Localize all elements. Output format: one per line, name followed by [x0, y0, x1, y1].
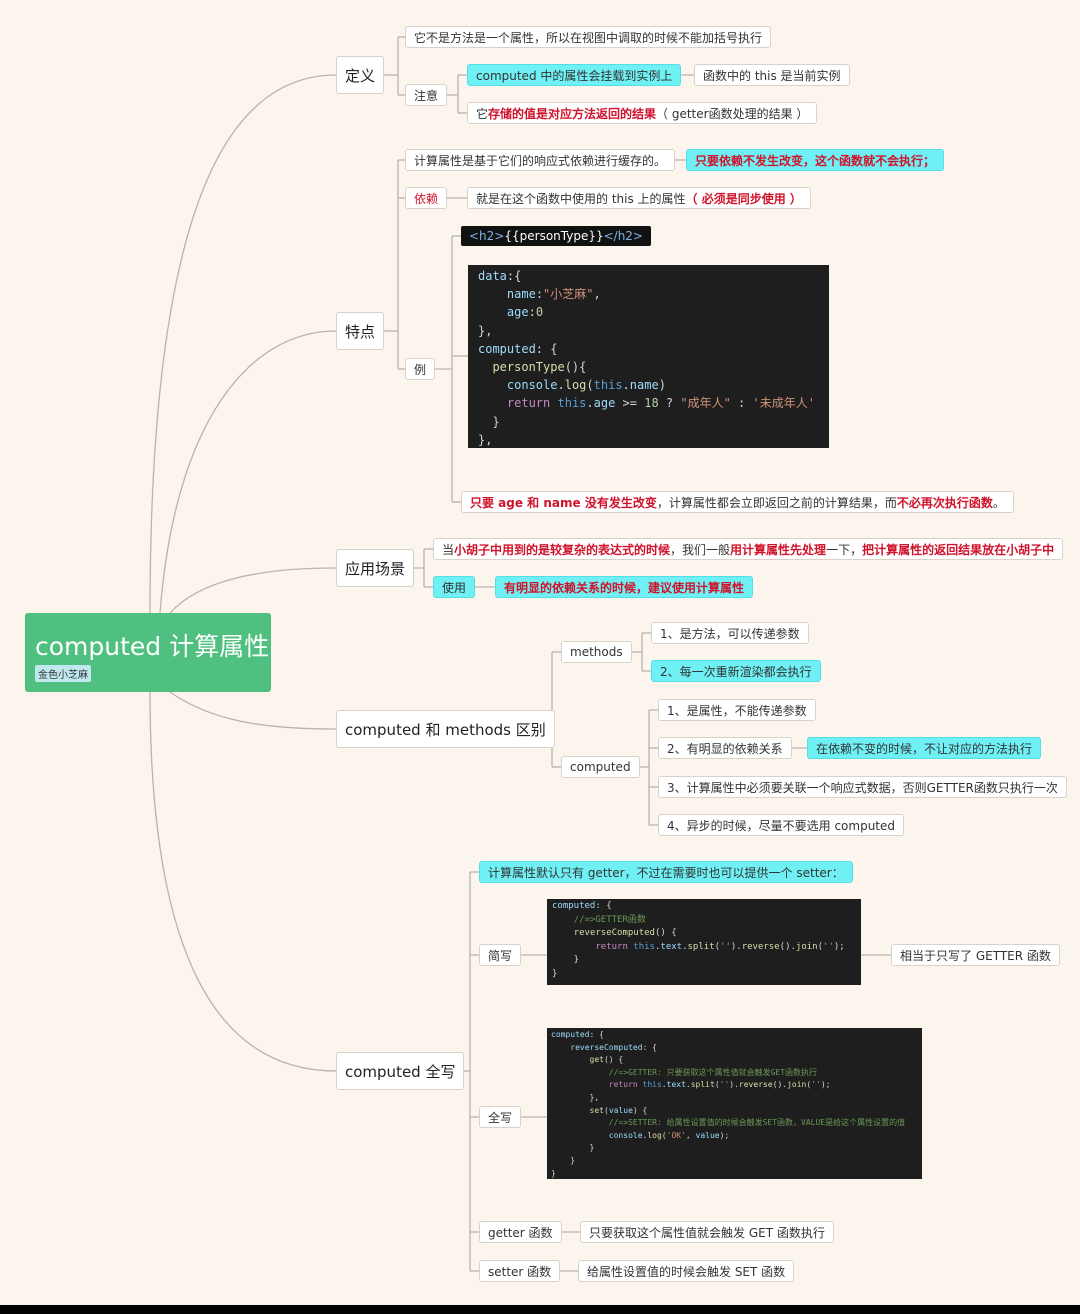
node-computed-3[interactable]: 3、计算属性中必须要关联一个响应式数据，否则GETTER函数只执行一次 — [658, 776, 1067, 798]
node-example[interactable]: 例 — [405, 358, 436, 380]
code-line: } — [551, 1155, 576, 1165]
mindmap-canvas: computed 计算属性 金色小芝麻 定义 它不是方法是一个属性，所以在视图中… — [0, 0, 1080, 1305]
code-example: data:{ name:"小芝麻", age:0}, computed: { pe… — [468, 265, 829, 448]
node-scenario[interactable]: 应用场景 — [336, 549, 415, 587]
note-store-highlight: 存储的值是对应方法返回的结果 — [488, 106, 657, 121]
node-full[interactable]: computed 全写 — [336, 1052, 465, 1090]
code-fullform: computed: { reverseComputed: { get() { /… — [547, 1028, 922, 1179]
code-line: get() { — [589, 1055, 624, 1065]
bottom-bar — [0, 1305, 1080, 1314]
note-store-pre: 它 — [476, 106, 489, 121]
code-line: }, — [478, 323, 493, 338]
code-line: } — [551, 1143, 595, 1153]
result-highlight-1: 只要 age 和 name 没有发生改变 — [470, 495, 657, 510]
cache-detail-text: 只要依赖不发生改变，这个函数就不会执行； — [695, 153, 936, 168]
root-node[interactable]: computed 计算属性 金色小芝麻 — [25, 613, 271, 692]
node-cache[interactable]: 计算属性是基于它们的响应式依赖进行缓存的。 — [405, 149, 676, 171]
node-getter-desc[interactable]: 只要获取这个属性值就会触发 GET 函数执行 — [580, 1221, 834, 1243]
code-line: } — [552, 955, 580, 965]
node-shorthand[interactable]: 简写 — [479, 944, 522, 966]
node-computed[interactable]: computed — [561, 756, 640, 778]
node-setter-desc[interactable]: 给属性设置值的时候会触发 SET 函数 — [578, 1260, 795, 1282]
result-text: ，计算属性都会立即返回之前的计算结果，而 — [656, 495, 897, 510]
node-cache-detail[interactable]: 只要依赖不发生改变，这个函数就不会执行； — [686, 149, 945, 171]
code-line: reverseComputed: { — [570, 1042, 657, 1052]
node-computed-2[interactable]: 2、有明显的依赖关系 — [658, 737, 792, 759]
code-line: } — [551, 1168, 556, 1178]
code-line: return this.age >= 18 ? "成年人" : '未成年人' — [506, 396, 815, 411]
node-getter[interactable]: getter 函数 — [479, 1221, 562, 1243]
code-shorthand: computed: { //=>GETTER函数 reverseComputed… — [547, 899, 861, 985]
code-line: //=>GETTER函数 — [573, 914, 646, 925]
dependency-desc-text: 就是在这个函数中使用的 this 上的属性 — [476, 191, 686, 206]
note-store-post: （ getter函数处理的结果 ） — [656, 106, 809, 121]
scenario-text-1: 当 — [442, 542, 455, 557]
node-example-result[interactable]: 只要 age 和 name 没有发生改变 ，计算属性都会立即返回之前的计算结果，而… — [461, 491, 1014, 513]
code-line: } — [552, 968, 558, 979]
code-line: }, — [551, 1092, 600, 1102]
h2-open-tag: <h2> — [469, 229, 505, 243]
node-dependency[interactable]: 依赖 — [405, 187, 448, 209]
code-line: }, — [478, 432, 493, 447]
dependency-desc-highlight: （ 必须是同步使用 ） — [685, 191, 802, 206]
code-line: } — [478, 414, 500, 429]
result-highlight-2: 不必再次执行函数 — [896, 495, 993, 510]
node-use[interactable]: 使用 — [433, 576, 476, 598]
root-title: computed 计算属性 — [35, 632, 270, 661]
node-features[interactable]: 特点 — [336, 312, 385, 350]
h2-close-tag: </h2> — [603, 229, 643, 243]
node-computed-1[interactable]: 1、是属性，不能传递参数 — [658, 699, 816, 721]
node-use-desc[interactable]: 有明显的依赖关系的时候，建议使用计算属性 — [495, 576, 754, 598]
code-line: set(value) { — [589, 1105, 648, 1115]
code-line: return this.text.split('').reverse().joi… — [608, 1080, 831, 1090]
node-shorthand-note[interactable]: 相当于只写了 GETTER 函数 — [891, 944, 1060, 966]
code-line: name:"小芝麻", — [506, 287, 601, 302]
node-definition[interactable]: 定义 — [336, 56, 385, 94]
node-methods-1[interactable]: 1、是方法，可以传递参数 — [651, 622, 809, 644]
code-line: return this.text.split('').reverse().joi… — [595, 941, 845, 952]
result-end: 。 — [992, 495, 1005, 510]
code-line: computed: { — [551, 1030, 604, 1039]
code-line: computed: { — [552, 901, 612, 911]
code-line: console.log(this.name) — [506, 378, 666, 393]
code-line: data:{ — [478, 269, 522, 283]
scenario-highlight-2: 用计算属性先处理 — [730, 542, 827, 557]
code-line: console.log('OK', value); — [608, 1130, 730, 1140]
code-line: age:0 — [506, 305, 544, 320]
node-template-snippet[interactable]: <h2> {{personType}} </h2> — [461, 226, 651, 246]
node-compare[interactable]: computed 和 methods 区别 — [336, 710, 555, 748]
code-line: computed: { — [478, 341, 558, 356]
node-note-mount[interactable]: computed 中的属性会挂载到实例上 — [467, 64, 682, 86]
scenario-highlight-3: 把计算属性的返回结果放在小胡子中 — [862, 542, 1055, 557]
node-setter[interactable]: setter 函数 — [479, 1260, 561, 1282]
dependency-label: 依赖 — [414, 191, 439, 206]
code-line: reverseComputed() { — [573, 928, 677, 938]
scenario-text-2: ，我们一般 — [670, 542, 731, 557]
code-line: personType(){ — [492, 360, 587, 375]
scenario-highlight-1: 小胡子中用到的是较复杂的表达式的时候 — [454, 542, 671, 557]
node-note-this[interactable]: 函数中的 this 是当前实例 — [694, 64, 850, 86]
h2-expression: {{personType}} — [504, 229, 604, 243]
author-tag: 金色小芝麻 — [35, 665, 91, 682]
node-computed-2-detail[interactable]: 在依赖不变的时候，不让对应的方法执行 — [807, 737, 1042, 759]
node-scenario-desc[interactable]: 当小胡子中用到的是较复杂的表达式的时候 ，我们一般 用计算属性先处理 一下， 把计算属性… — [433, 538, 1064, 560]
node-getter-setter-intro[interactable]: 计算属性默认只有 getter，不过在需要时也可以提供一个 setter： — [479, 861, 853, 883]
code-line: //=>SETTER: 给属性设置值的时候会触发SET函数，VALUE是给这个属… — [608, 1118, 906, 1128]
node-note[interactable]: 注意 — [405, 84, 448, 106]
node-note-store[interactable]: 它存储的值是对应方法返回的结果（ getter函数处理的结果 ） — [467, 102, 818, 124]
node-computed-4[interactable]: 4、异步的时候，尽量不要选用 computed — [658, 814, 905, 836]
scenario-text-3: 一下， — [826, 542, 863, 557]
node-methods[interactable]: methods — [561, 641, 632, 663]
node-dependency-desc[interactable]: 就是在这个函数中使用的 this 上的属性（ 必须是同步使用 ） — [467, 187, 811, 209]
node-fullform[interactable]: 全写 — [479, 1106, 522, 1128]
node-methods-2[interactable]: 2、每一次重新渲染都会执行 — [651, 660, 821, 682]
code-line: //=>GETTER: 只要获取这个属性值就会触发GET函数执行 — [608, 1067, 818, 1077]
use-desc-text: 有明显的依赖关系的时候，建议使用计算属性 — [504, 580, 745, 595]
node-definition-item[interactable]: 它不是方法是一个属性，所以在视图中调取的时候不能加括号执行 — [405, 26, 772, 48]
